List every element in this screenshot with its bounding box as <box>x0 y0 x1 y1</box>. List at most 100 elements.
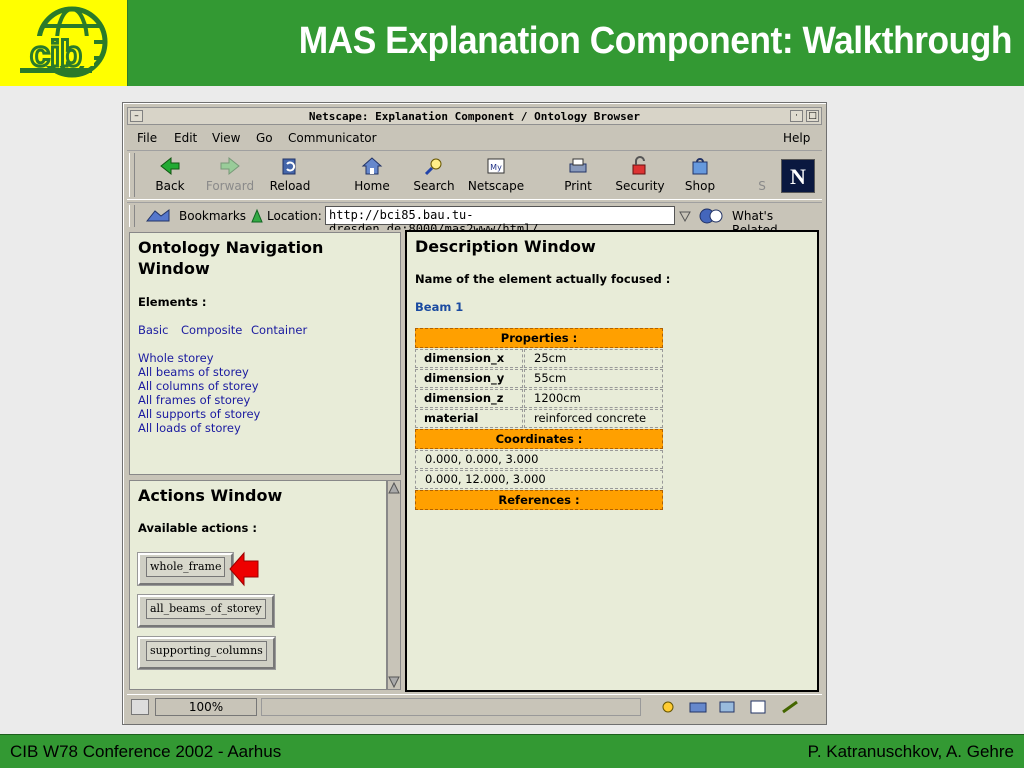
menu-file[interactable]: File <box>137 131 157 145</box>
property-key: material <box>415 409 523 428</box>
print-icon <box>569 158 587 173</box>
property-row: dimension_z 1200cm <box>415 389 663 408</box>
cib-globe-logo-icon: cib <box>18 6 108 78</box>
property-value: 55cm <box>524 369 663 388</box>
nav-frame-title: Ontology Navigation Window <box>138 237 323 279</box>
coordinate-row: 0.000, 0.000, 3.000 <box>415 450 663 469</box>
locbar-grip[interactable] <box>129 205 135 227</box>
coordinates-header: Coordinates : <box>415 429 663 449</box>
property-row: material reinforced concrete <box>415 409 663 428</box>
category-basic-link[interactable]: Basic <box>138 323 168 337</box>
back-arrow-icon <box>160 156 180 176</box>
slide-title: MAS Explanation Component: Walkthrough <box>298 20 1013 62</box>
logo-text: cib <box>30 33 82 74</box>
whole-frame-button[interactable]: whole_frame <box>136 552 235 586</box>
all-supports-link[interactable]: All supports of storey <box>138 407 260 421</box>
forward-label: Forward <box>205 179 255 193</box>
print-button[interactable]: Print <box>549 153 607 199</box>
status-message <box>261 698 641 716</box>
menu-go[interactable]: Go <box>256 131 273 145</box>
security-status-icon[interactable] <box>131 699 149 715</box>
property-key: dimension_y <box>415 369 523 388</box>
mail-component-icon[interactable] <box>687 699 709 715</box>
netscape-logo[interactable]: N <box>781 159 815 193</box>
focused-label: Name of the element actually focused : <box>415 272 671 286</box>
security-label: Security <box>615 179 665 193</box>
shop-label: Shop <box>684 179 716 193</box>
shop-button[interactable]: Shop <box>671 153 729 199</box>
footer-authors: P. Katranuschkov, A. Gehre <box>807 742 1014 761</box>
slide-header: cib MAS Explanation Component: Walkthrou… <box>0 0 1024 86</box>
security-lock-icon <box>632 156 646 175</box>
window-titlebar[interactable]: – Netscape: Explanation Component / Onto… <box>127 107 822 125</box>
category-composite-link[interactable]: Composite <box>181 323 242 337</box>
title-bar: MAS Explanation Component: Walkthrough <box>128 0 1024 86</box>
menu-edit[interactable]: Edit <box>174 131 197 145</box>
location-drag-icon[interactable] <box>249 207 265 225</box>
address-book-icon[interactable] <box>747 699 769 715</box>
home-icon <box>361 157 383 175</box>
location-toolbar: Bookmarks Location: http://bci85.bau.tu-… <box>127 202 822 237</box>
chevron-down-icon[interactable] <box>679 209 691 223</box>
actions-scrollbar[interactable] <box>387 480 401 690</box>
back-button[interactable]: Back <box>141 153 199 199</box>
netscape-button[interactable]: My Netscape <box>467 153 525 199</box>
discussions-component-icon[interactable] <box>717 699 739 715</box>
desc-frame-title: Description Window <box>415 237 596 256</box>
footer-conference: CIB W78 Conference 2002 - Aarhus <box>10 742 282 761</box>
cib-logo: cib <box>0 0 128 86</box>
search-button[interactable]: Search <box>405 153 463 199</box>
navigator-component-icon[interactable] <box>657 699 679 715</box>
all-columns-link[interactable]: All columns of storey <box>138 379 259 393</box>
reload-label: Reload <box>269 179 311 193</box>
composer-icon[interactable] <box>779 699 801 715</box>
category-container-link[interactable]: Container <box>251 323 307 337</box>
whats-related-icon[interactable] <box>697 206 727 226</box>
all-frames-link[interactable]: All frames of storey <box>138 393 250 407</box>
all-beams-of-storey-label: all_beams_of_storey <box>146 599 266 619</box>
toolbar-grip[interactable] <box>129 153 135 197</box>
toolbar-overflow[interactable]: S <box>747 153 777 199</box>
overflow-label: S <box>758 179 766 193</box>
netscape-icon: My <box>487 158 505 174</box>
supporting-columns-button[interactable]: supporting_columns <box>137 636 276 670</box>
scroll-up-icon[interactable] <box>388 481 400 495</box>
property-key: dimension_x <box>415 349 523 368</box>
bookmarks-button[interactable]: Bookmarks <box>179 209 246 223</box>
bookmarks-icon[interactable] <box>145 207 175 225</box>
whole-storey-link[interactable]: Whole storey <box>138 351 214 365</box>
elements-label: Elements : <box>138 295 207 309</box>
whole-frame-label: whole_frame <box>146 557 226 577</box>
available-actions-label: Available actions : <box>138 521 257 535</box>
forward-arrow-icon <box>220 156 240 176</box>
content-area: Ontology Navigation Window Elements : Ba… <box>127 230 822 692</box>
security-button[interactable]: Security <box>611 153 669 199</box>
menu-view[interactable]: View <box>212 131 240 145</box>
browser-window: – Netscape: Explanation Component / Onto… <box>122 102 827 725</box>
menu-help[interactable]: Help <box>783 131 810 145</box>
search-icon <box>424 158 442 176</box>
supporting-columns-label: supporting_columns <box>146 641 267 661</box>
property-key: dimension_z <box>415 389 523 408</box>
menu-communicator[interactable]: Communicator <box>288 131 377 145</box>
minimize-button[interactable]: · <box>790 110 803 122</box>
reload-button[interactable]: Reload <box>261 153 319 199</box>
slide-footer: CIB W78 Conference 2002 - Aarhus P. Katr… <box>0 734 1024 768</box>
red-arrow-icon <box>229 551 259 587</box>
location-input[interactable]: http://bci85.bau.tu-dresden.de:8000/mas2… <box>325 206 675 236</box>
scroll-down-icon[interactable] <box>388 675 400 689</box>
description-frame: Description Window Name of the element a… <box>405 230 819 692</box>
maximize-button[interactable]: □ <box>806 110 819 122</box>
home-button[interactable]: Home <box>343 153 401 199</box>
all-beams-of-storey-button[interactable]: all_beams_of_storey <box>137 594 275 628</box>
all-beams-link[interactable]: All beams of storey <box>138 365 249 379</box>
home-label: Home <box>354 179 390 193</box>
svg-text:My: My <box>490 163 502 172</box>
location-label: Location: <box>267 209 322 223</box>
property-value: reinforced concrete <box>524 409 663 428</box>
progress-indicator: 100% <box>155 698 257 716</box>
ontology-navigation-frame: Ontology Navigation Window Elements : Ba… <box>129 232 401 475</box>
forward-button[interactable]: Forward <box>201 153 259 199</box>
all-loads-link[interactable]: All loads of storey <box>138 421 241 435</box>
actions-frame-title: Actions Window <box>138 486 283 505</box>
